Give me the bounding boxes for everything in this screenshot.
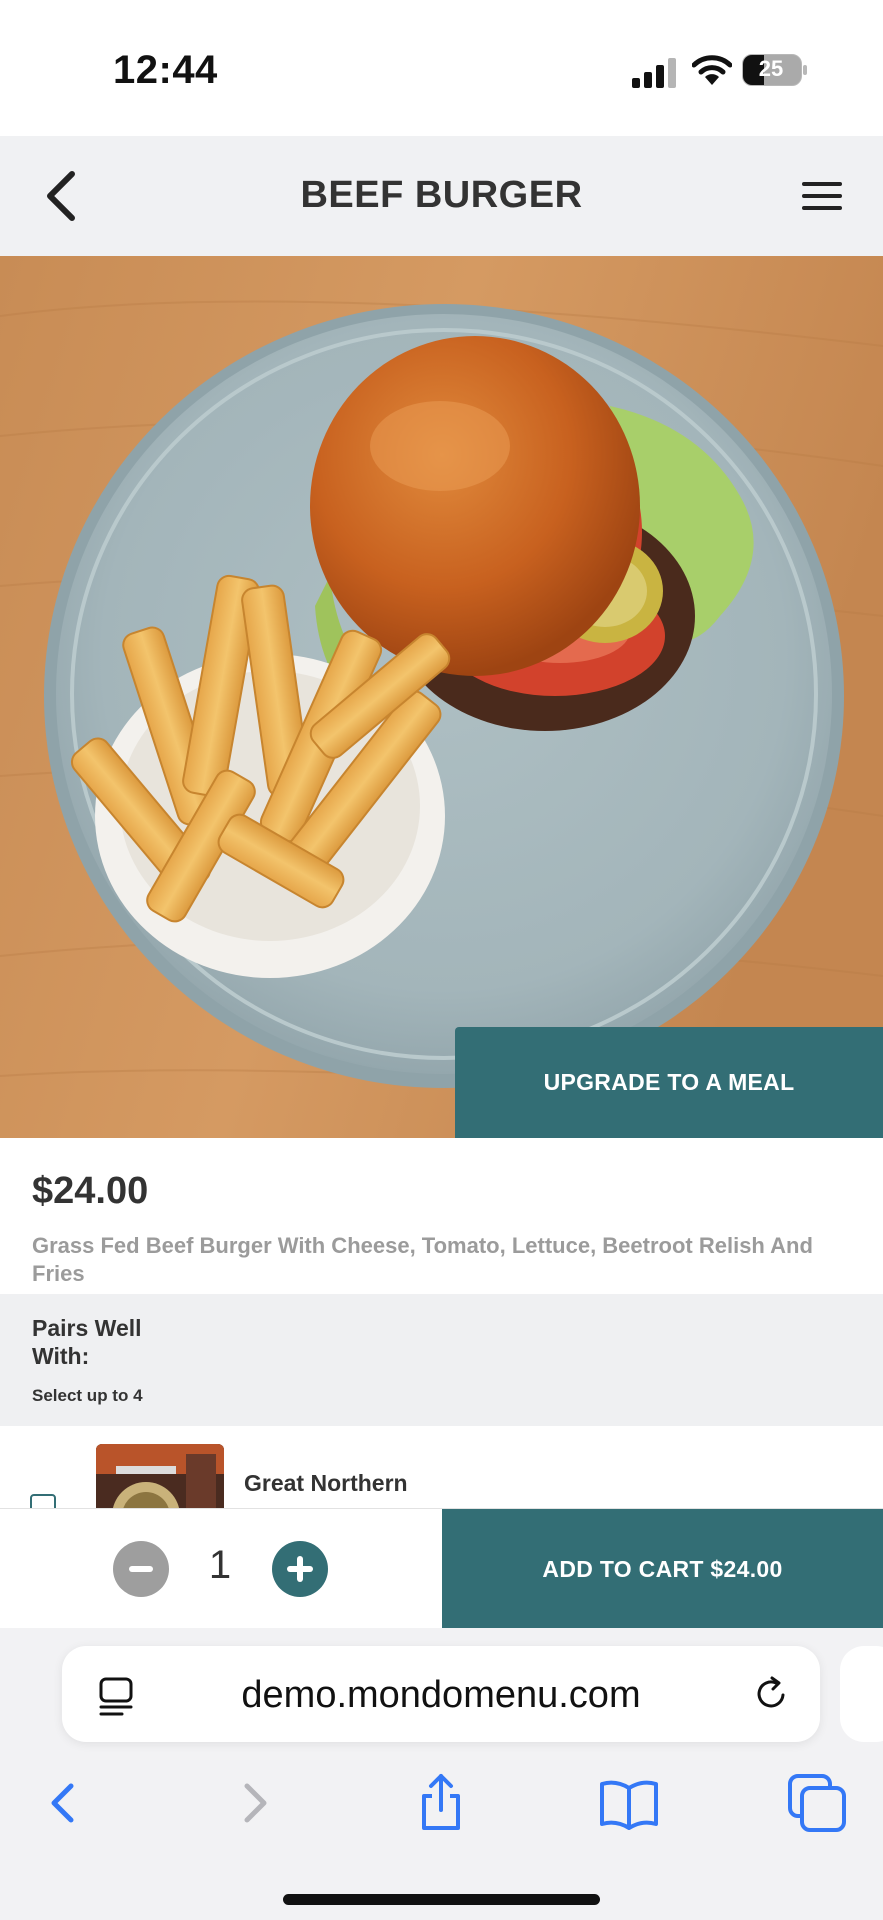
cart-bar: 1 ADD TO CART $24.00 <box>0 1508 883 1629</box>
next-tab-preview[interactable] <box>840 1646 883 1742</box>
app-header: BEEF BURGER <box>0 136 883 256</box>
address-bar[interactable]: demo.mondomenu.com <box>62 1646 820 1742</box>
cellular-signal-icon <box>632 58 676 88</box>
quantity-value: 1 <box>208 1543 232 1587</box>
menu-button[interactable] <box>794 172 850 220</box>
book-icon <box>600 1780 658 1830</box>
burger-and-fries-illustration <box>0 256 883 1138</box>
reload-icon[interactable] <box>752 1674 792 1714</box>
tabs-button[interactable] <box>782 1768 852 1838</box>
minus-icon <box>129 1566 153 1572</box>
product-image: UPGRADE TO A MEAL <box>0 256 883 1138</box>
quantity-increase-button[interactable] <box>272 1541 328 1597</box>
chevron-right-icon <box>244 1783 267 1823</box>
bookmarks-button[interactable] <box>594 1768 664 1838</box>
chevron-left-icon <box>51 1783 74 1823</box>
beer-tap-image <box>96 1444 224 1508</box>
pairs-section: Pairs Well With: Select up to 4 <box>0 1294 883 1426</box>
page-title: BEEF BURGER <box>300 174 583 216</box>
wifi-icon <box>692 55 732 85</box>
pair-option-thumbnail <box>96 1444 224 1508</box>
pair-option-label: Great Northern <box>244 1470 408 1496</box>
plus-icon <box>287 1556 313 1582</box>
tabs-icon <box>788 1774 846 1832</box>
browser-forward-button[interactable] <box>220 1768 290 1838</box>
home-indicator <box>283 1894 600 1905</box>
pair-option-checkbox[interactable] <box>30 1494 56 1508</box>
pairs-select-hint: Select up to 4 <box>32 1386 143 1405</box>
status-time: 12:44 <box>113 48 218 92</box>
product-price: $24.00 <box>32 1170 149 1212</box>
pairs-title: Pairs Well With: <box>32 1315 142 1369</box>
browser-back-button[interactable] <box>28 1768 98 1838</box>
add-to-cart-button[interactable]: ADD TO CART $24.00 <box>442 1509 883 1629</box>
battery-icon: 25 <box>742 54 808 86</box>
hamburger-menu-icon <box>802 182 842 210</box>
address-url: demo.mondomenu.com <box>241 1674 641 1716</box>
battery-level: 25 <box>758 56 784 81</box>
pair-option-item[interactable]: Great Northern <box>0 1426 883 1508</box>
share-icon <box>422 1774 460 1830</box>
upgrade-to-meal-button[interactable]: UPGRADE TO A MEAL <box>455 1027 883 1138</box>
browser-toolbar: demo.mondomenu.com <box>0 1628 883 1920</box>
product-description: Grass Fed Beef Burger With Cheese, Tomat… <box>32 1233 813 1286</box>
share-button[interactable] <box>406 1768 476 1838</box>
status-bar: 12:44 25 <box>0 0 883 136</box>
quantity-decrease-button[interactable] <box>113 1541 169 1597</box>
